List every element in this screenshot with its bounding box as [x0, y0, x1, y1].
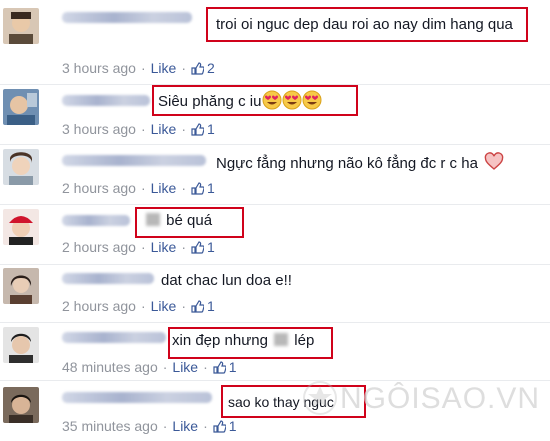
commenter-name[interactable]	[62, 332, 166, 343]
commenter-name[interactable]	[62, 155, 206, 166]
highlight-box	[206, 7, 528, 42]
comment-timestamp[interactable]: 2 hours ago	[62, 239, 136, 255]
watermark-logo-icon	[303, 381, 337, 415]
like-link[interactable]: Like	[151, 60, 177, 76]
like-link[interactable]: Like	[172, 418, 198, 434]
like-link[interactable]: Like	[151, 239, 177, 255]
comment-item: dat chac lun doa e!! 2 hours ago · Like · 1	[0, 265, 550, 323]
comment-timestamp[interactable]: 2 hours ago	[62, 180, 136, 196]
comment-timestamp[interactable]: 2 hours ago	[62, 298, 136, 314]
highlight-box	[152, 85, 358, 116]
highlight-box	[168, 327, 333, 359]
comment-timestamp[interactable]: 48 minutes ago	[62, 359, 158, 375]
avatar[interactable]	[3, 149, 39, 185]
like-count[interactable]: 1	[213, 418, 237, 434]
comment-meta: 3 hours ago · Like · 1	[62, 121, 215, 137]
thumbs-up-icon	[213, 420, 226, 433]
comment-meta: 35 minutes ago · Like · 1	[62, 418, 237, 434]
avatar[interactable]	[3, 327, 39, 363]
like-count[interactable]: 1	[191, 298, 215, 314]
avatar[interactable]	[3, 89, 39, 125]
thumbs-up-icon	[213, 361, 226, 374]
like-link[interactable]: Like	[151, 121, 177, 137]
comment-item: Siêu phăng c iu 3 hours ago · Like · 1	[0, 85, 550, 145]
like-count[interactable]: 1	[191, 239, 215, 255]
comment-text: dat chac lun doa e!!	[161, 272, 292, 289]
commenter-name[interactable]	[62, 215, 130, 226]
commenter-name[interactable]	[62, 273, 154, 284]
comment-item: troi oi nguc dep dau roi ao nay dim hang…	[0, 0, 550, 85]
thumbs-up-icon	[191, 182, 204, 195]
comment-item: Ngực fẳng nhưng não kô fẳng đc r c ha 2 …	[0, 145, 550, 205]
comment-item: bé quá 2 hours ago · Like · 1	[0, 205, 550, 265]
like-count[interactable]: 2	[191, 60, 215, 76]
avatar[interactable]	[3, 8, 39, 44]
heart-icon	[484, 152, 504, 177]
comment-meta: 2 hours ago · Like · 1	[62, 298, 215, 314]
avatar[interactable]	[3, 268, 39, 304]
thumbs-up-icon	[191, 123, 204, 136]
watermark: NGÔISAO.VN	[340, 382, 541, 415]
thumbs-up-icon	[191, 241, 204, 254]
comment-timestamp[interactable]: 3 hours ago	[62, 121, 136, 137]
comment-item: xin đẹp nhưng lép 48 minutes ago · Like · 1	[0, 323, 550, 381]
commenter-name[interactable]	[62, 95, 150, 106]
like-link[interactable]: Like	[151, 298, 177, 314]
avatar[interactable]	[3, 387, 39, 423]
like-count[interactable]: 1	[191, 180, 215, 196]
thumbs-up-icon	[191, 62, 204, 75]
comment-text: Ngực fẳng nhưng não kô fẳng đc r c ha	[216, 152, 504, 177]
comment-meta: 3 hours ago · Like · 2	[62, 60, 215, 76]
highlight-box	[135, 207, 244, 238]
like-link[interactable]: Like	[172, 359, 198, 375]
like-link[interactable]: Like	[151, 180, 177, 196]
thumbs-up-icon	[191, 300, 204, 313]
comment-timestamp[interactable]: 35 minutes ago	[62, 418, 158, 434]
comment-timestamp[interactable]: 3 hours ago	[62, 60, 136, 76]
like-count[interactable]: 1	[191, 121, 215, 137]
comment-meta: 48 minutes ago · Like · 1	[62, 359, 237, 375]
comment-meta: 2 hours ago · Like · 1	[62, 239, 215, 255]
avatar[interactable]	[3, 209, 39, 245]
commenter-name[interactable]	[62, 392, 212, 403]
comment-meta: 2 hours ago · Like · 1	[62, 180, 215, 196]
like-count[interactable]: 1	[213, 359, 237, 375]
